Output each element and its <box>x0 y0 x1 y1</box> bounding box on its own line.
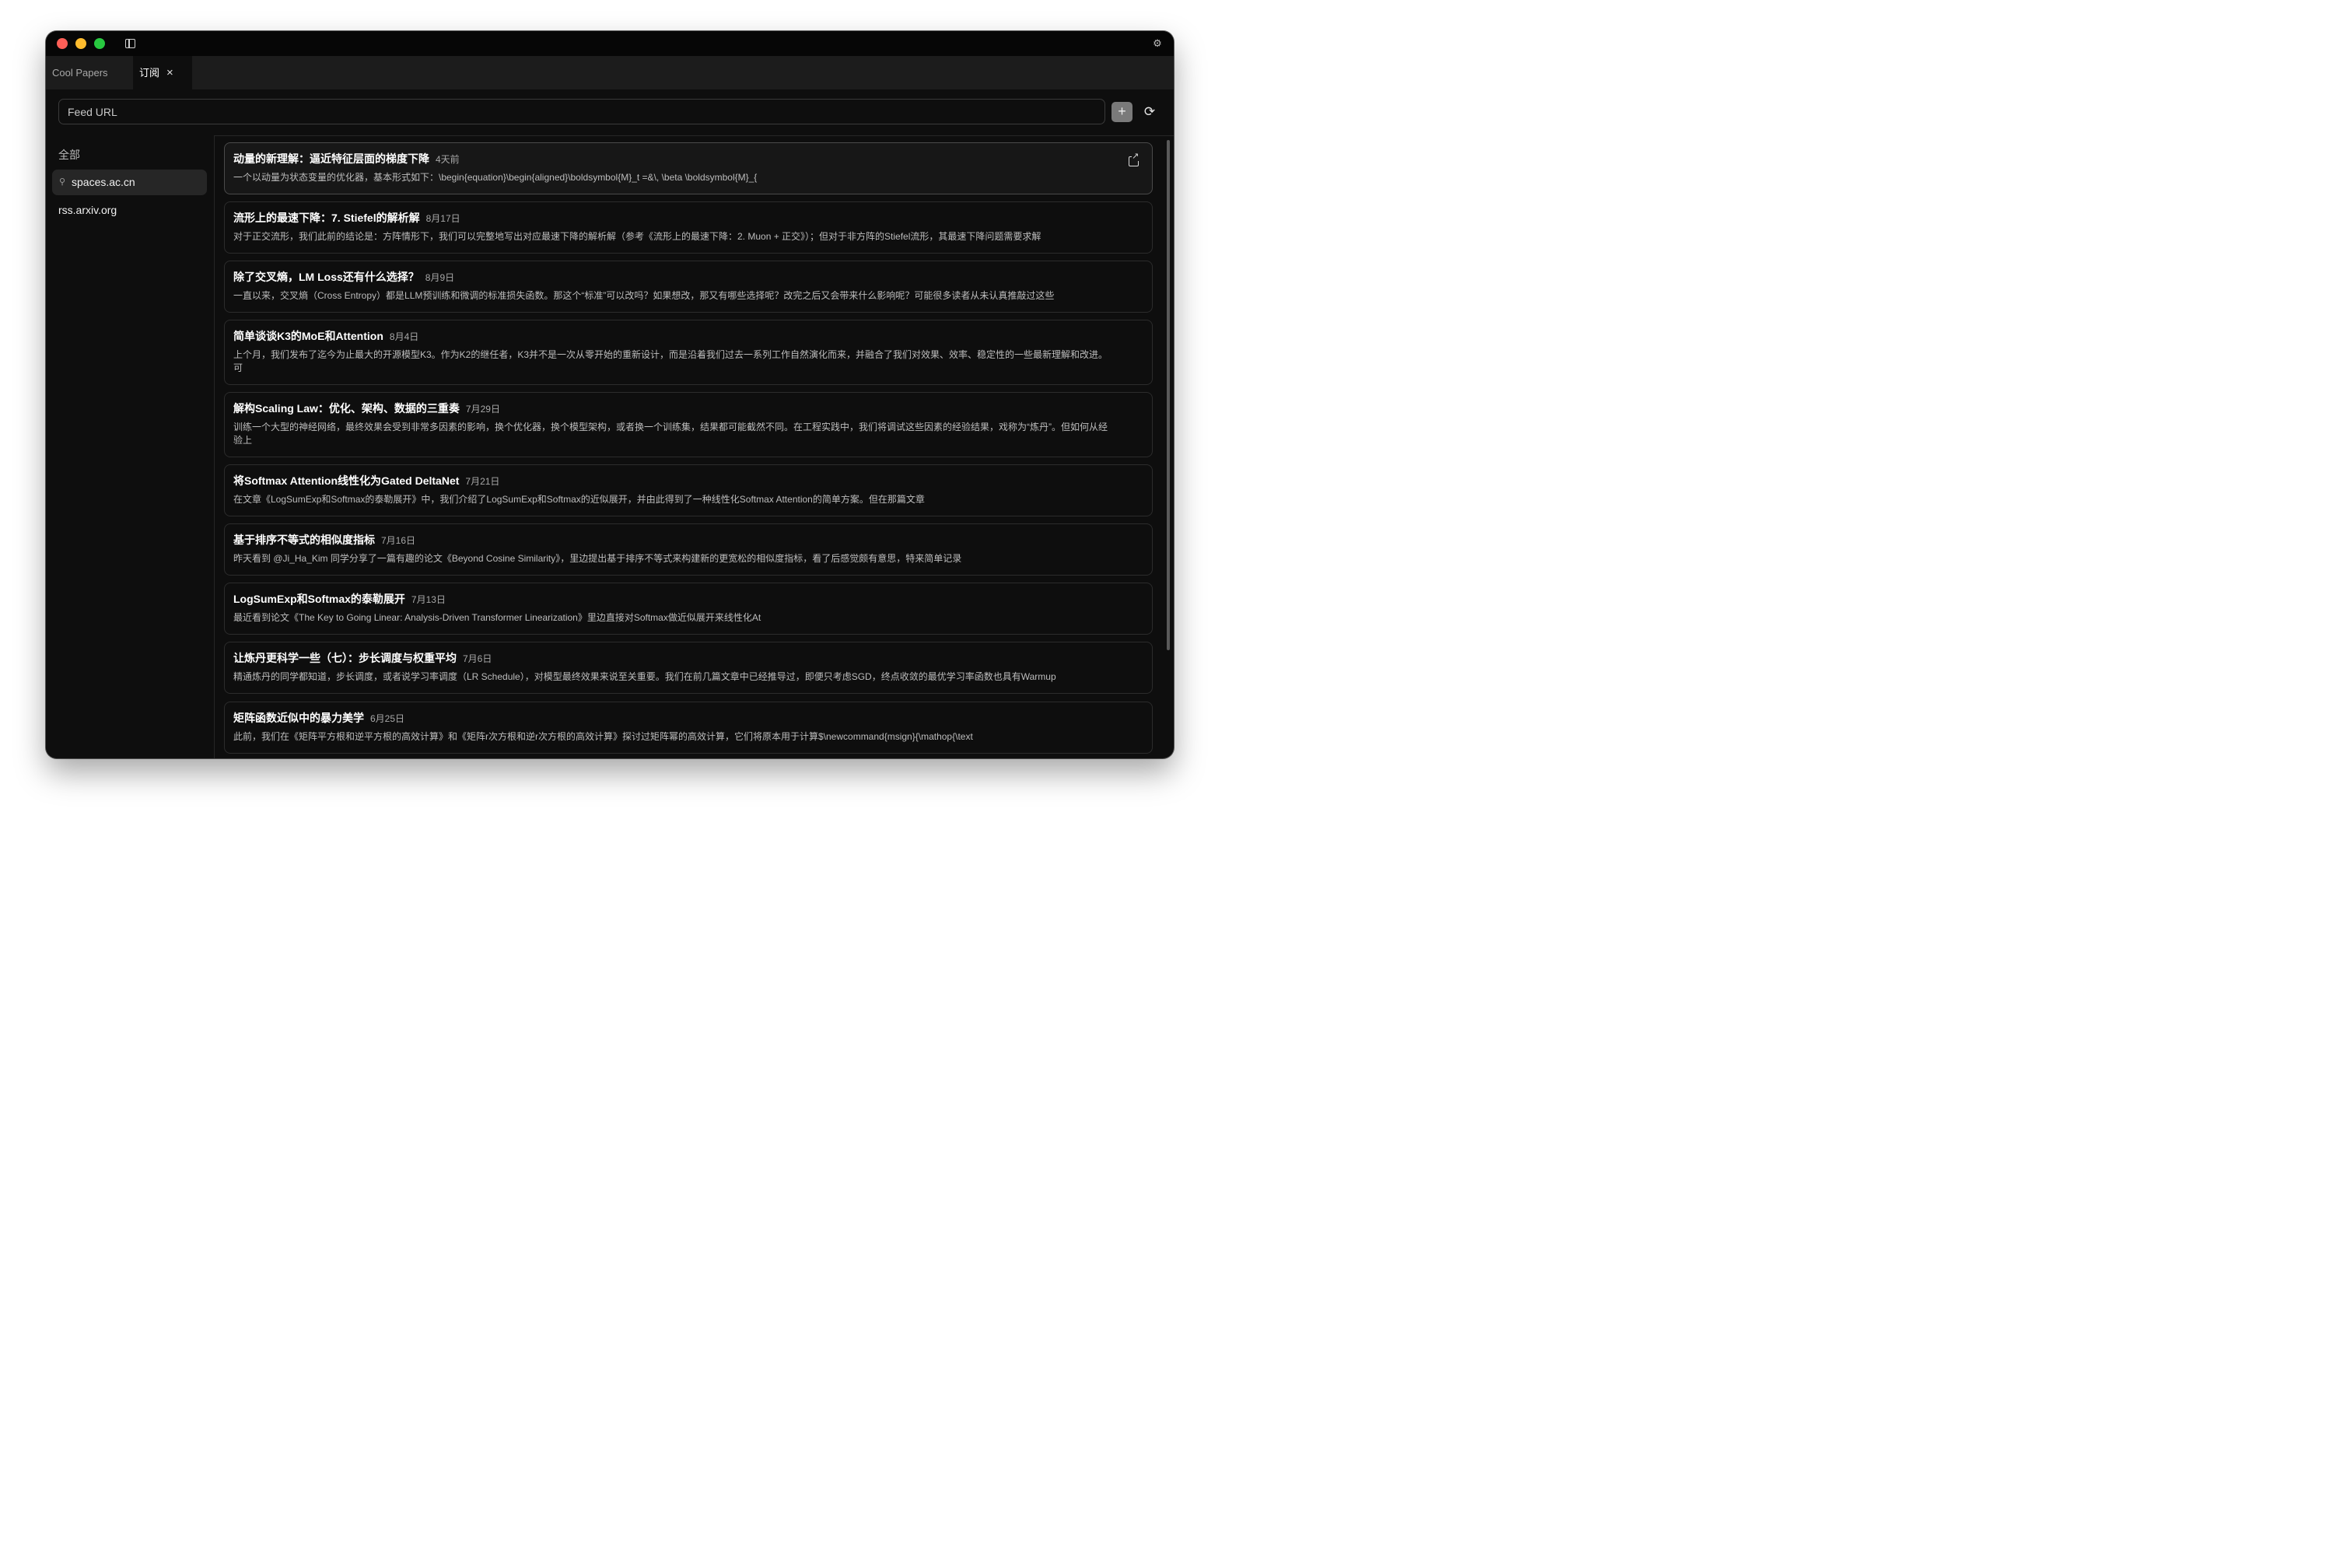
article-date: 7月21日 <box>465 476 500 487</box>
article-title: 矩阵函数近似中的暴力美学 <box>233 712 364 724</box>
article-date: 7月6日 <box>463 653 492 664</box>
article-summary: 昨天看到 @Ji_Ha_Kim 同学分享了一篇有趣的论文《Beyond Cosi… <box>233 553 962 564</box>
close-window-button[interactable] <box>57 38 68 49</box>
article-date: 8月4日 <box>389 331 419 342</box>
article-date: 6月25日 <box>370 713 405 724</box>
article-date: 4天前 <box>436 154 460 165</box>
add-feed-button[interactable]: + <box>1111 102 1132 122</box>
article-list: 动量的新理解：逼近特征层面的梯度下降 4天前 一个以动量为状态变量的优化器，基本形… <box>215 135 1174 758</box>
article-summary: 此前，我们在《矩阵平方根和逆平方根的高效计算》和《矩阵r次方根和逆r次方根的高效… <box>233 731 973 742</box>
external-link-icon[interactable] <box>1129 152 1139 166</box>
sidebar-item-arxiv[interactable]: rss.arxiv.org <box>52 198 207 223</box>
refresh-icon[interactable]: ⟳ <box>1141 102 1158 122</box>
article-title: 除了交叉熵，LM Loss还有什么选择？ <box>233 271 419 283</box>
article-title: 基于排序不等式的相似度指标 <box>233 534 375 546</box>
article-card[interactable]: 除了交叉熵，LM Loss还有什么选择？ 8月9日 一直以来，交叉熵（Cross … <box>224 261 1153 313</box>
close-icon[interactable]: × <box>166 56 173 89</box>
tab-bar: Cool Papers 订阅 × <box>46 56 1174 89</box>
feed-url-input[interactable] <box>58 99 1105 124</box>
article-date: 8月17日 <box>425 213 460 224</box>
tab-cool-papers[interactable]: Cool Papers <box>46 56 132 89</box>
article-card[interactable]: 解构Scaling Law：优化、架构、数据的三重奏 7月29日 训练一个大型的神… <box>224 392 1153 457</box>
sidebar-icon[interactable] <box>125 39 135 48</box>
article-card[interactable]: 矩阵函数近似中的暴力美学 6月25日 此前，我们在《矩阵平方根和逆平方根的高效计算… <box>224 702 1153 754</box>
tab-label: 订阅 <box>139 67 160 79</box>
pin-icon: ⚲ <box>59 177 66 187</box>
article-title: 流形上的最速下降：7. Stiefel的解析解 <box>233 212 420 224</box>
article-summary: 上个月，我们发布了迄今为止最大的开源模型K3。作为K2的继任者，K3并不是一次从… <box>233 349 1108 373</box>
article-date: 7月13日 <box>411 594 446 605</box>
article-date: 7月29日 <box>465 404 500 415</box>
article-summary: 精通炼丹的同学都知道，步长调度，或者说学习率调度（LR Schedule），对模… <box>233 671 1056 682</box>
gear-icon[interactable]: ⚙ <box>1152 38 1163 49</box>
article-summary: 对于正交流形，我们此前的结论是：方阵情形下，我们可以完整地写出对应最速下降的解析… <box>233 231 1041 242</box>
scrollbar[interactable] <box>1167 140 1170 650</box>
article-card[interactable]: 基于排序不等式的相似度指标 7月16日 昨天看到 @Ji_Ha_Kim 同学分享了… <box>224 523 1153 576</box>
zoom-window-button[interactable] <box>94 38 105 49</box>
title-bar: ⚙ <box>46 31 1174 56</box>
sidebar-item-all[interactable]: 全部 <box>52 142 207 168</box>
article-card[interactable]: 让炼丹更科学一些（七）：步长调度与权重平均 7月6日 精通炼丹的同学都知道，步长调… <box>224 642 1153 694</box>
tab-subscriptions[interactable]: 订阅 × <box>133 56 192 89</box>
minimize-window-button[interactable] <box>75 38 86 49</box>
article-summary: 一直以来，交叉熵（Cross Entropy）都是LLM预训练和微调的标准损失函… <box>233 290 1055 301</box>
article-date: 8月9日 <box>425 272 455 283</box>
article-card[interactable]: 动量的新理解：逼近特征层面的梯度下降 4天前 一个以动量为状态变量的优化器，基本形… <box>224 142 1153 194</box>
article-card[interactable]: LogSumExp和Softmax的泰勒展开 7月13日 最近看到论文《The K… <box>224 583 1153 635</box>
article-summary: 一个以动量为状态变量的优化器，基本形式如下：\begin{equation}\b… <box>233 172 758 183</box>
article-title: 简单谈谈K3的MoE和Attention <box>233 330 383 342</box>
feed-sidebar: 全部 ⚲ spaces.ac.cn rss.arxiv.org <box>46 135 215 758</box>
article-summary: 训练一个大型的神经网络，最终效果会受到非常多因素的影响，换个优化器，换个模型架构… <box>233 422 1108 446</box>
article-card[interactable]: 将Softmax Attention线性化为Gated DeltaNet 7月21… <box>224 464 1153 516</box>
article-title: 动量的新理解：逼近特征层面的梯度下降 <box>233 152 429 165</box>
sidebar-item-spaces[interactable]: ⚲ spaces.ac.cn <box>52 170 207 195</box>
sidebar-item-label: rss.arxiv.org <box>58 204 117 216</box>
article-card[interactable]: 流形上的最速下降：7. Stiefel的解析解 8月17日 对于正交流形，我们此前… <box>224 201 1153 254</box>
tab-label: Cool Papers <box>52 67 108 79</box>
sidebar-item-label: spaces.ac.cn <box>72 176 135 188</box>
article-summary: 在文章《LogSumExp和Softmax的泰勒展开》中，我们介绍了LogSum… <box>233 494 925 505</box>
article-summary: 最近看到论文《The Key to Going Linear: Analysis… <box>233 612 761 623</box>
article-card[interactable]: 简单谈谈K3的MoE和Attention 8月4日 上个月，我们发布了迄今为止最大… <box>224 320 1153 385</box>
article-date: 7月16日 <box>381 535 416 546</box>
app-window: ⚙ Cool Papers 订阅 × + ⟳ 全部 ⚲ spaces.ac.cn… <box>46 31 1174 758</box>
article-title: 让炼丹更科学一些（七）：步长调度与权重平均 <box>233 652 457 664</box>
feed-toolbar: + ⟳ <box>46 89 1174 136</box>
article-title: 解构Scaling Law：优化、架构、数据的三重奏 <box>233 402 460 415</box>
article-title: 将Softmax Attention线性化为Gated DeltaNet <box>233 474 460 487</box>
article-title: LogSumExp和Softmax的泰勒展开 <box>233 593 405 605</box>
